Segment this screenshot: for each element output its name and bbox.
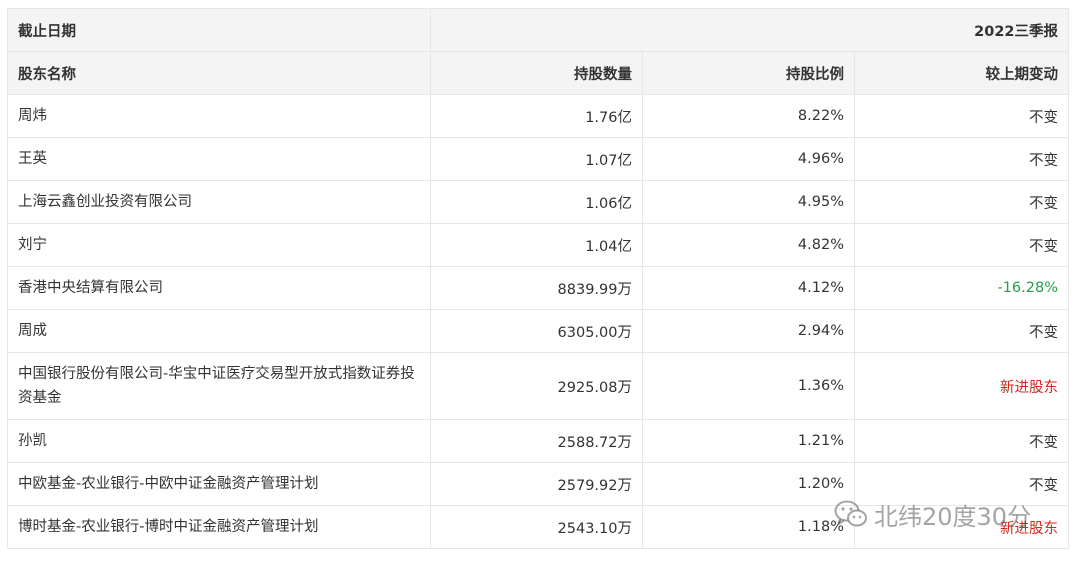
- date-header-row: 截止日期 2022三季报: [7, 8, 1069, 52]
- holder-shares: 1.07亿: [430, 137, 643, 181]
- column-header-ratio: 持股比例: [642, 51, 855, 95]
- holder-shares: 1.06亿: [430, 180, 643, 224]
- holder-shares: 6305.00万: [430, 309, 643, 353]
- table-row: 博时基金-农业银行-博时中证金融资产管理计划 2543.10万 1.18% 新进…: [7, 505, 1069, 549]
- table-row: 周炜 1.76亿 8.22% 不变: [7, 94, 1069, 138]
- table-row: 中国银行股份有限公司-华宝中证医疗交易型开放式指数证券投资基金 2925.08万…: [7, 352, 1069, 420]
- holder-change: 不变: [854, 223, 1069, 267]
- holder-shares: 2579.92万: [430, 462, 643, 506]
- holder-change: 不变: [854, 94, 1069, 138]
- holder-ratio: 1.21%: [642, 419, 855, 463]
- column-header-shares: 持股数量: [430, 51, 643, 95]
- holder-name: 中国银行股份有限公司-华宝中证医疗交易型开放式指数证券投资基金: [7, 352, 431, 420]
- column-header-name: 股东名称: [7, 51, 431, 95]
- holder-change-new: 新进股东: [854, 505, 1069, 549]
- holder-ratio: 1.20%: [642, 462, 855, 506]
- report-period[interactable]: 2022三季报: [430, 8, 1069, 52]
- holder-ratio: 8.22%: [642, 94, 855, 138]
- holder-shares: 8839.99万: [430, 266, 643, 310]
- holder-ratio: 1.18%: [642, 505, 855, 549]
- column-header-row: 股东名称 持股数量 持股比例 较上期变动: [7, 51, 1069, 95]
- table-row: 上海云鑫创业投资有限公司 1.06亿 4.95% 不变: [7, 180, 1069, 224]
- holder-name: 香港中央结算有限公司: [7, 266, 431, 310]
- holder-name: 上海云鑫创业投资有限公司: [7, 180, 431, 224]
- holder-shares: 2925.08万: [430, 352, 643, 420]
- table-row: 中欧基金-农业银行-中欧中证金融资产管理计划 2579.92万 1.20% 不变: [7, 462, 1069, 506]
- holder-change: 不变: [854, 180, 1069, 224]
- shareholder-table-container: 截止日期 2022三季报 股东名称 持股数量 持股比例 较上期变动 周炜 1.7…: [7, 8, 1069, 549]
- holder-name: 王英: [7, 137, 431, 181]
- table-row: 周成 6305.00万 2.94% 不变: [7, 309, 1069, 353]
- table-row: 香港中央结算有限公司 8839.99万 4.12% -16.28%: [7, 266, 1069, 310]
- shareholder-table: 截止日期 2022三季报 股东名称 持股数量 持股比例 较上期变动 周炜 1.7…: [7, 8, 1069, 549]
- holder-ratio: 4.96%: [642, 137, 855, 181]
- holder-change: 不变: [854, 419, 1069, 463]
- holder-change: 不变: [854, 309, 1069, 353]
- holder-shares: 1.76亿: [430, 94, 643, 138]
- table-row: 王英 1.07亿 4.96% 不变: [7, 137, 1069, 181]
- holder-name: 刘宁: [7, 223, 431, 267]
- holder-change-negative: -16.28%: [854, 266, 1069, 310]
- holder-change: 不变: [854, 462, 1069, 506]
- holder-shares: 1.04亿: [430, 223, 643, 267]
- holder-ratio: 4.82%: [642, 223, 855, 267]
- holder-name: 博时基金-农业银行-博时中证金融资产管理计划: [7, 505, 431, 549]
- holder-ratio: 2.94%: [642, 309, 855, 353]
- table-row: 孙凯 2588.72万 1.21% 不变: [7, 419, 1069, 463]
- holder-name: 周成: [7, 309, 431, 353]
- holder-name: 周炜: [7, 94, 431, 138]
- date-label: 截止日期: [7, 8, 431, 52]
- holder-name: 孙凯: [7, 419, 431, 463]
- holder-name: 中欧基金-农业银行-中欧中证金融资产管理计划: [7, 462, 431, 506]
- holder-ratio: 4.12%: [642, 266, 855, 310]
- column-header-change: 较上期变动: [854, 51, 1069, 95]
- holder-change: 不变: [854, 137, 1069, 181]
- holder-change-new: 新进股东: [854, 352, 1069, 420]
- holder-shares: 2588.72万: [430, 419, 643, 463]
- table-row: 刘宁 1.04亿 4.82% 不变: [7, 223, 1069, 267]
- holder-ratio: 4.95%: [642, 180, 855, 224]
- holder-ratio: 1.36%: [642, 352, 855, 420]
- holder-shares: 2543.10万: [430, 505, 643, 549]
